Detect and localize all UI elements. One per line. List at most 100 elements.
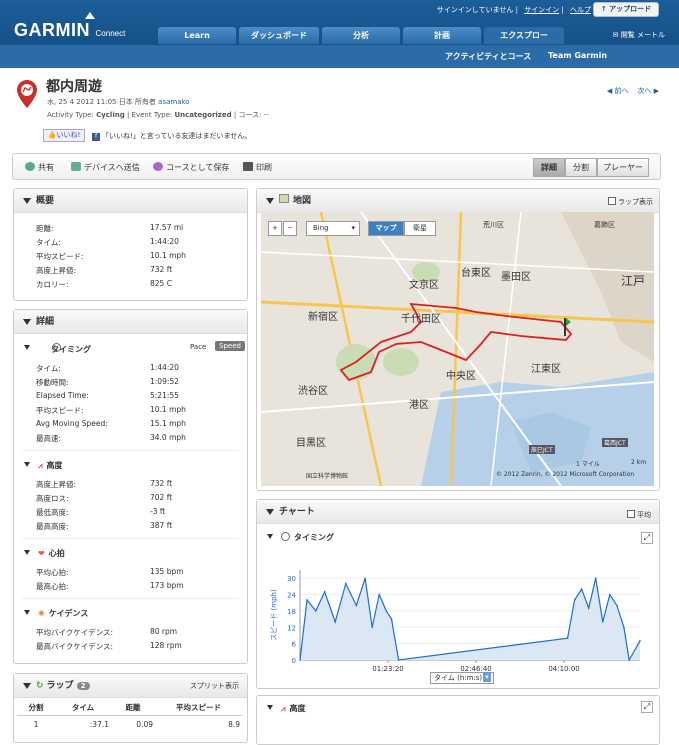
summary-header[interactable]: 概要 bbox=[14, 189, 247, 213]
expand-icon[interactable]: ⤢ bbox=[641, 701, 653, 713]
signin-link[interactable]: サインイン bbox=[524, 6, 559, 14]
activity-type-line: Activity Type: Cycling | Event Type: Unc… bbox=[47, 111, 269, 119]
elevation-section-header[interactable]: ⩘ 高度 bbox=[24, 460, 63, 471]
save-as-course-button[interactable]: コースとして保存 bbox=[153, 162, 229, 173]
garmin-logo[interactable]: GARMIN Connect bbox=[14, 20, 125, 41]
map-scale: 1 マイル bbox=[576, 461, 600, 468]
prev-link[interactable]: ◀ 前へ bbox=[607, 87, 629, 95]
checkbox[interactable] bbox=[627, 510, 635, 518]
table-row[interactable]: 1 :37.1 0.09 8.9 bbox=[17, 716, 242, 734]
timing-chart-header[interactable]: タイミング bbox=[267, 532, 334, 543]
upload-button[interactable]: ↑ アップロード bbox=[593, 2, 659, 17]
map-pin-icon bbox=[17, 80, 37, 108]
summary-label: 平均スピード: bbox=[36, 252, 84, 261]
send-to-device-button[interactable]: デバイスへ送信 bbox=[71, 162, 140, 173]
lap-display-toggle[interactable]: ラップ表示 bbox=[608, 197, 653, 207]
data-point bbox=[639, 640, 641, 642]
owner-link[interactable]: asamako bbox=[158, 98, 189, 106]
subnav-team-garmin[interactable]: Team Garmin bbox=[548, 51, 607, 60]
subnav-activities-courses[interactable]: アクティビティとコース bbox=[445, 51, 531, 62]
map-header[interactable]: 地図 bbox=[257, 189, 659, 213]
timing-label: Avg Moving Speed: bbox=[36, 419, 108, 428]
map-copyright: © 2012 Zenrin, © 2012 Microsoft Corporat… bbox=[496, 471, 635, 478]
x-tick-label: 01:23:20 bbox=[372, 665, 403, 673]
mail-link[interactable]: ✉ 開覧 メートル bbox=[613, 30, 665, 40]
satellite-mode-button[interactable]: 衛星 bbox=[404, 221, 436, 236]
view-details-button[interactable]: 詳細 bbox=[533, 158, 565, 177]
table-cell: 8.9 bbox=[228, 720, 240, 729]
map-label: 千代田区 bbox=[401, 314, 441, 325]
route-map[interactable]: + − Bing ▾ マップ 衛星 荒川区 葛飾区 文京区 台東区 墨田区 江戸 … bbox=[261, 212, 654, 486]
timing-section-header[interactable]: タイミング bbox=[24, 343, 91, 355]
zoom-in-button[interactable]: + bbox=[268, 221, 282, 236]
checkbox[interactable] bbox=[608, 197, 616, 205]
divider bbox=[22, 450, 239, 451]
view-player-button[interactable]: プレーヤー bbox=[597, 158, 649, 177]
event-type-value[interactable]: Uncategorized bbox=[175, 111, 232, 119]
help-link[interactable]: ヘルプ bbox=[570, 6, 591, 14]
tab-analysis[interactable]: 分析 bbox=[322, 27, 400, 44]
next-link[interactable]: 次へ ▶ bbox=[637, 87, 659, 95]
chart-header[interactable]: チャート bbox=[257, 500, 659, 524]
zoom-out-button[interactable]: − bbox=[283, 221, 297, 236]
timing-label: 移動時間: bbox=[36, 378, 69, 387]
cadence-section-header[interactable]: ✺ ケイデンス bbox=[24, 608, 88, 619]
col-header: 分割 bbox=[28, 703, 44, 712]
tab-explore[interactable]: エクスプロー bbox=[484, 27, 564, 44]
tab-plan[interactable]: 計画 bbox=[403, 27, 481, 44]
cadence-label: 最高バイクケイデンス: bbox=[36, 642, 114, 651]
map-label: 中央区 bbox=[446, 371, 476, 382]
summary-label: カロリー: bbox=[36, 280, 69, 289]
map-provider-select[interactable]: Bing ▾ bbox=[306, 221, 360, 236]
speed-toggle[interactable]: Speed bbox=[215, 341, 245, 351]
average-toggle[interactable]: 平均 bbox=[627, 510, 651, 520]
elevation-chart-header[interactable]: ⩘ 高度 bbox=[267, 703, 306, 714]
tab-learn[interactable]: Learn bbox=[158, 27, 236, 44]
details-panel: 詳細 タイミング Pace Speed タイム: 1:44:20 移動時間: 1… bbox=[13, 309, 248, 664]
printer-icon bbox=[243, 162, 253, 171]
summary-label: 高度上昇値: bbox=[36, 266, 77, 275]
map-mode-button[interactable]: マップ bbox=[368, 221, 404, 236]
data-point bbox=[299, 659, 301, 661]
y-tick-label: 0 bbox=[292, 657, 296, 665]
like-button[interactable]: 👍いいね! bbox=[43, 129, 85, 142]
map-label: 渋谷区 bbox=[298, 386, 328, 397]
table-cell: 0.09 bbox=[136, 720, 153, 729]
summary-value: 17.57 mi bbox=[150, 223, 184, 232]
view-splits-button[interactable]: 分割 bbox=[565, 158, 597, 177]
table-cell: 1 bbox=[33, 720, 39, 729]
activity-title[interactable]: 都内周遊 bbox=[46, 76, 102, 96]
activity-type-value[interactable]: Cycling bbox=[96, 111, 125, 119]
facebook-icon: f bbox=[92, 133, 100, 141]
heart-rate-section-header[interactable]: ❤ 心拍 bbox=[24, 548, 65, 559]
y-tick-label: 6 bbox=[292, 641, 297, 649]
expand-icon[interactable]: ⤢ bbox=[641, 532, 653, 544]
elevation-icon: ⩘ bbox=[38, 461, 43, 470]
details-header[interactable]: 詳細 bbox=[14, 310, 247, 334]
site-header: GARMIN Connect サインインしていません | サインイン | ヘルプ… bbox=[0, 0, 679, 68]
col-header: タイム bbox=[71, 703, 95, 712]
split-view-link[interactable]: スプリット表示 bbox=[190, 681, 239, 691]
tab-dashboard[interactable]: ダッシュボード bbox=[239, 27, 319, 44]
x-tick-label: 04:10:00 bbox=[548, 665, 579, 673]
summary-panel: 概要 距離: 17.57 mi タイム: 1:44:20 平均スピード: 10.… bbox=[13, 188, 248, 301]
data-point bbox=[355, 604, 358, 607]
share-button[interactable]: 共有 bbox=[25, 162, 54, 173]
timing-label: Elapsed Time: bbox=[36, 391, 89, 400]
heart-value: 173 bpm bbox=[150, 581, 184, 590]
share-icon bbox=[25, 162, 35, 171]
map-label: 墨田区 bbox=[501, 272, 531, 283]
elevation-value: 387 ft bbox=[150, 521, 173, 530]
map-label: 港区 bbox=[409, 400, 429, 411]
series-area bbox=[300, 578, 640, 660]
divider bbox=[22, 538, 239, 539]
pace-toggle[interactable]: Pace bbox=[190, 343, 206, 351]
summary-label: 距離: bbox=[36, 224, 54, 233]
elevation-value: 732 ft bbox=[150, 479, 173, 488]
data-point bbox=[566, 637, 569, 639]
y-tick-label: 24 bbox=[287, 592, 296, 600]
speed-chart[interactable]: スピード (mph)061218243001:23:20 02:46:40 04:1… bbox=[266, 560, 648, 680]
print-button[interactable]: 印刷 bbox=[243, 162, 272, 173]
timing-value: 10.1 mph bbox=[150, 405, 186, 414]
x-axis-select[interactable]: タイム (h:m:s) ▾ bbox=[430, 672, 494, 684]
